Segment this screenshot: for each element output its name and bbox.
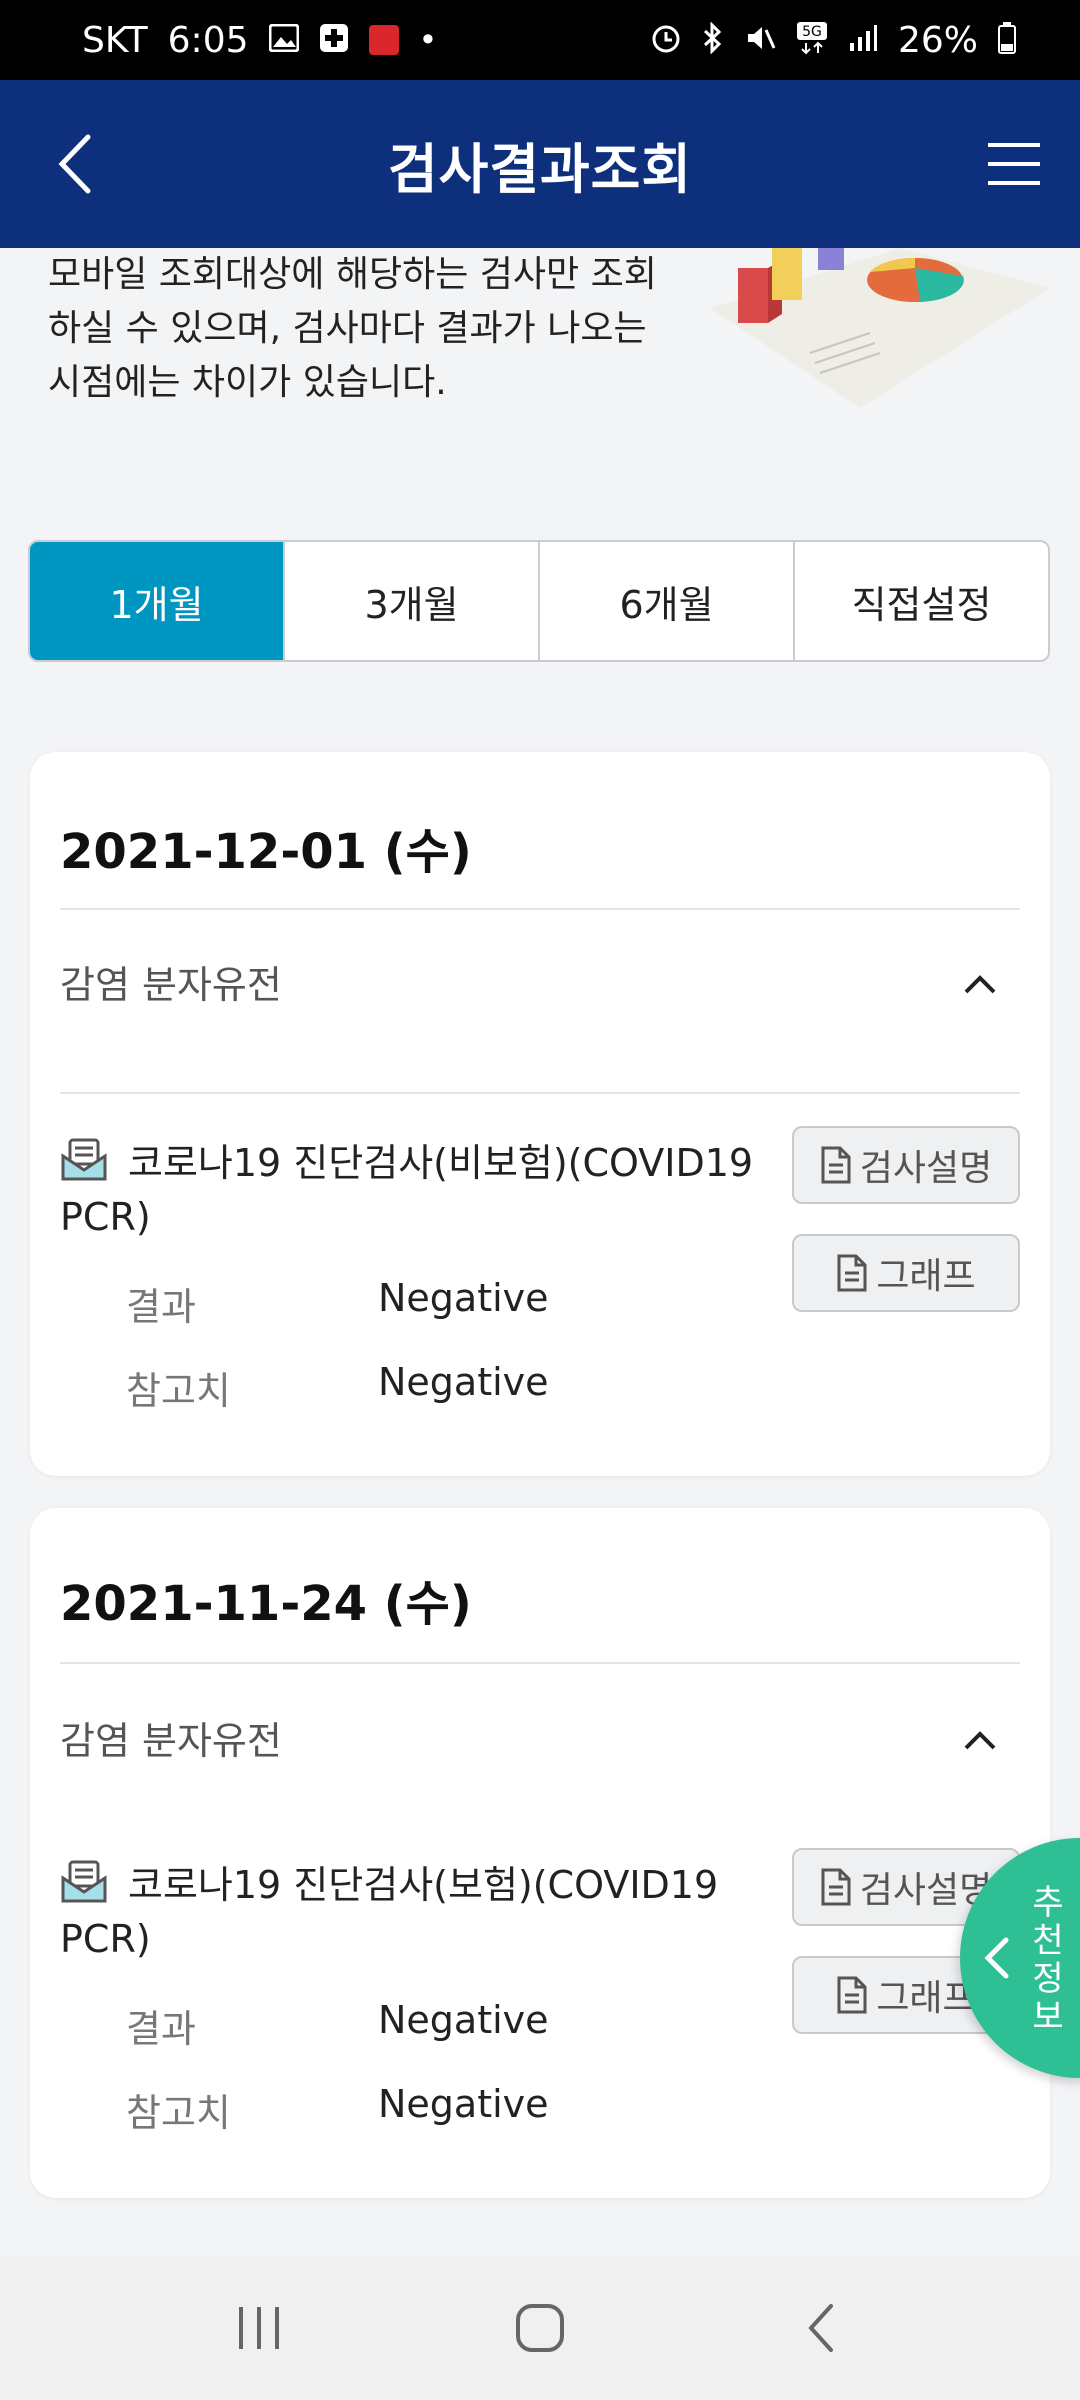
test-name-line: 코로나19 진단검사(비보험)(COVID19 PCR) [60, 1136, 780, 1244]
chevron-left-icon [984, 1937, 1009, 1979]
chevron-up-icon[interactable] [960, 1726, 1000, 1754]
svg-text:5G: 5G [802, 24, 822, 40]
test-name-line: 코로나19 진단검사(보험)(COVID19 PCR) [60, 1858, 780, 1966]
result-card: 2021-11-24 (수) 감염 분자유전 코로나19 진단검사(보험)(CO… [30, 1508, 1050, 2198]
5g-icon: 5G [796, 21, 828, 60]
dot-icon: • [418, 21, 438, 59]
test-item: 코로나19 진단검사(비보험)(COVID19 PCR) [60, 1136, 780, 1244]
divider [60, 908, 1020, 910]
carrier-label: SKT [82, 19, 148, 61]
home-button[interactable] [495, 2283, 585, 2373]
document-icon [837, 1254, 867, 1292]
page-title: 검사결과조회 [387, 137, 693, 201]
recent-apps-icon [239, 2307, 279, 2349]
result-label: 결과 [126, 2007, 196, 2051]
chevron-left-icon [58, 134, 91, 194]
reference-label: 참고치 [126, 1369, 231, 1413]
test-name: 코로나19 진단검사(보험)(COVID19 PCR) [60, 1863, 719, 1961]
medical-app-icon [319, 23, 349, 58]
back-icon [808, 2304, 833, 2352]
tab-1-month[interactable]: 1개월 [30, 542, 285, 660]
intro-text: 모바일 조회대상에 해당하는 검사만 조회하실 수 있으며, 검사마다 결과가 … [48, 254, 657, 403]
document-icon [821, 1868, 851, 1906]
gallery-icon [268, 23, 299, 57]
status-right: 5G 26% [650, 20, 1016, 61]
bluetooth-icon [702, 20, 724, 59]
tab-3-months[interactable]: 3개월 [285, 542, 540, 660]
recent-apps-button[interactable] [215, 2283, 305, 2373]
mute-icon [744, 22, 776, 59]
test-report-icon [61, 1138, 107, 1181]
graph-button[interactable]: 그래프 [792, 1234, 1020, 1312]
result-date: 2021-11-24 (수) [60, 1576, 472, 1632]
system-nav-bar [0, 2256, 1080, 2400]
back-button[interactable] [44, 129, 104, 199]
app-notification-icon [368, 25, 399, 55]
home-icon [516, 2304, 564, 2352]
test-report-icon [61, 1860, 107, 1903]
reference-value: Negative [378, 2082, 549, 2126]
result-value: Negative [378, 1276, 549, 1320]
result-card: 2021-12-01 (수) 감염 분자유전 코로나19 진단검사(비보험)(C… [30, 752, 1050, 1476]
reference-value: Negative [378, 1360, 549, 1404]
graph-label: 그래프 [876, 1256, 976, 1297]
result-value: Negative [378, 1998, 549, 2042]
battery-percent: 26% [897, 19, 978, 61]
clock: 6:05 [167, 19, 249, 61]
period-tabs: 1개월 3개월 6개월 직접설정 [28, 540, 1050, 662]
hamburger-menu-icon [988, 143, 1040, 185]
alarm-icon [650, 22, 682, 59]
menu-button[interactable] [986, 139, 1042, 189]
reference-label: 참고치 [126, 2091, 231, 2135]
test-explanation-button[interactable]: 검사설명 [792, 1126, 1020, 1204]
divider [60, 1662, 1020, 1664]
result-date: 2021-12-01 (수) [60, 824, 472, 880]
battery-icon [998, 21, 1016, 59]
document-icon [837, 1976, 867, 2014]
test-item: 코로나19 진단검사(보험)(COVID19 PCR) [60, 1858, 780, 1966]
divider [60, 1092, 1020, 1094]
signal-icon [848, 23, 878, 58]
test-explanation-label: 검사설명 [859, 1148, 993, 1189]
result-label: 결과 [126, 1285, 196, 1329]
tab-6-months[interactable]: 6개월 [540, 542, 795, 660]
chevron-up-icon[interactable] [960, 970, 1000, 998]
tab-custom-range[interactable]: 직접설정 [795, 542, 1048, 660]
test-name: 코로나19 진단검사(비보험)(COVID19 PCR) [60, 1141, 754, 1239]
recommend-info-label: 추천정보 [1032, 1883, 1064, 2037]
category-label: 감염 분자유전 [60, 1719, 282, 1763]
status-left: SKT 6:05 • [82, 20, 437, 61]
category-label: 감염 분자유전 [60, 963, 282, 1007]
status-bar: SKT 6:05 • 5G 26% [0, 0, 1080, 80]
document-icon [821, 1146, 851, 1184]
chart-illustration [710, 248, 1050, 408]
intro-section: 모바일 조회대상에 해당하는 검사만 조회하실 수 있으며, 검사마다 결과가 … [0, 248, 1080, 478]
back-nav-button[interactable] [775, 2283, 865, 2373]
app-header: 검사결과조회 [0, 80, 1080, 248]
